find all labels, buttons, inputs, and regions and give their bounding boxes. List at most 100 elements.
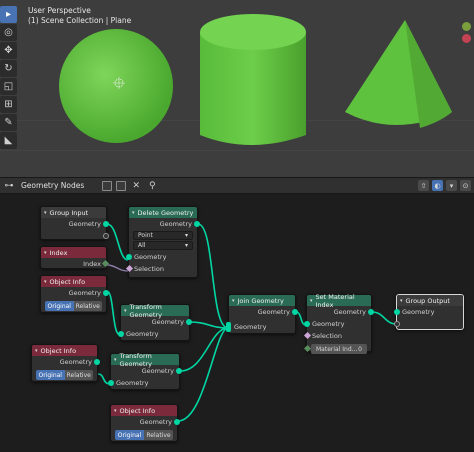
object-info-node[interactable]: ▾ Object Info Geometry Original Relative bbox=[110, 404, 180, 442]
overlay-dropdown-icon[interactable]: ▾ bbox=[446, 180, 457, 191]
domain-dropdown[interactable]: Point ▾ bbox=[133, 231, 193, 240]
transform-geometry-node[interactable]: ▾ Transform Geometry Geometry Geometry bbox=[108, 352, 182, 390]
output-socket-row: Geometry bbox=[111, 416, 180, 428]
scene-objects[interactable] bbox=[0, 0, 474, 177]
relative-option[interactable]: Relative bbox=[144, 430, 173, 440]
node-header[interactable]: ▾ Group Input bbox=[41, 207, 106, 218]
boolean-socket[interactable] bbox=[303, 331, 312, 340]
node-header[interactable]: ▾ Object Info bbox=[41, 276, 106, 287]
cylinder-object[interactable] bbox=[200, 14, 306, 145]
geometry-socket[interactable] bbox=[304, 321, 310, 327]
fake-user-icon[interactable] bbox=[102, 180, 113, 191]
multi-input-geometry-socket[interactable] bbox=[226, 322, 231, 332]
object-info-node[interactable]: ▾ Object Info Geometry Original Relative bbox=[40, 275, 109, 313]
socket-label: Index bbox=[83, 260, 101, 268]
empty-socket[interactable] bbox=[394, 321, 400, 327]
output-socket-row: Geometry bbox=[121, 316, 192, 328]
scale-icon[interactable]: ◱ bbox=[0, 78, 17, 95]
collapse-chevron-icon[interactable]: ▾ bbox=[232, 298, 235, 304]
geometry-socket[interactable] bbox=[176, 368, 182, 374]
original-option[interactable]: Original bbox=[115, 430, 144, 440]
cursor-icon[interactable]: ◎ bbox=[0, 24, 17, 41]
pin-icon[interactable]: ⚲ bbox=[146, 180, 158, 192]
group-input-node[interactable]: ▾ Group Input Geometry bbox=[40, 206, 109, 240]
geometry-socket[interactable] bbox=[368, 309, 374, 315]
original-option[interactable]: Original bbox=[36, 370, 65, 380]
relative-option[interactable]: Relative bbox=[64, 370, 93, 380]
transform-icon[interactable]: ⊞ bbox=[0, 96, 17, 113]
sphere-object[interactable] bbox=[59, 29, 173, 143]
node-editor-icon[interactable]: ⊶ bbox=[3, 180, 15, 192]
transform-geometry-node[interactable]: ▾ Transform Geometry Geometry Geometry bbox=[118, 303, 192, 341]
node-header[interactable]: ▾ Delete Geometry bbox=[129, 207, 197, 218]
overlay-icon[interactable]: ◐ bbox=[432, 180, 443, 191]
node-header[interactable]: ▾ Set Material Index bbox=[307, 293, 371, 309]
duplicate-icon[interactable] bbox=[116, 180, 127, 191]
output-socket-row: Geometry bbox=[32, 356, 100, 368]
navigation-gizmo[interactable] bbox=[462, 22, 471, 43]
parent-node-tree-icon[interactable]: ⇧ bbox=[418, 180, 429, 191]
collapse-chevron-icon[interactable]: ▾ bbox=[114, 357, 117, 363]
geometry-socket[interactable] bbox=[94, 359, 100, 365]
integer-socket[interactable] bbox=[101, 259, 110, 268]
collapse-chevron-icon[interactable]: ▾ bbox=[44, 250, 47, 256]
viewport-toolbar: ▸ ◎ ✥ ↻ ◱ ⊞ ✎ ◣ bbox=[0, 6, 18, 149]
move-icon[interactable]: ✥ bbox=[0, 42, 17, 59]
cone-object[interactable] bbox=[345, 20, 452, 128]
geometry-socket[interactable] bbox=[108, 380, 114, 386]
gizmo-y-axis-icon[interactable] bbox=[462, 22, 471, 31]
collapse-chevron-icon[interactable]: ▾ bbox=[114, 408, 117, 414]
geometry-socket[interactable] bbox=[126, 254, 132, 260]
relative-option[interactable]: Relative bbox=[73, 301, 102, 311]
node-header[interactable]: ▾ Object Info bbox=[111, 405, 177, 416]
collapse-chevron-icon[interactable]: ▾ bbox=[400, 298, 403, 304]
geometry-socket[interactable] bbox=[174, 419, 180, 425]
collapse-chevron-icon[interactable]: ▾ bbox=[132, 210, 135, 216]
geometry-socket[interactable] bbox=[103, 221, 109, 227]
node-header[interactable]: ▾ Transform Geometry bbox=[111, 352, 179, 368]
collapse-chevron-icon[interactable]: ▾ bbox=[44, 210, 47, 216]
gizmo-x-axis-icon[interactable] bbox=[462, 34, 471, 43]
3d-viewport[interactable]: User Perspective (1) Scene Collection | … bbox=[0, 0, 474, 177]
geometry-socket[interactable] bbox=[394, 309, 400, 315]
rotate-icon[interactable]: ↻ bbox=[0, 60, 17, 77]
geometry-socket[interactable] bbox=[103, 290, 109, 296]
node-header[interactable]: ▾ Transform Geometry bbox=[121, 303, 189, 319]
close-icon[interactable]: ✕ bbox=[130, 180, 142, 192]
empty-socket[interactable] bbox=[103, 233, 109, 239]
geometry-socket[interactable] bbox=[292, 309, 298, 315]
measure-icon[interactable]: ◣ bbox=[0, 132, 17, 149]
geometry-socket[interactable] bbox=[118, 331, 124, 337]
geometry-socket[interactable] bbox=[194, 221, 200, 227]
socket-label: Selection bbox=[134, 265, 164, 273]
set-material-index-node[interactable]: ▾ Set Material Index Geometry Geometry Se… bbox=[303, 293, 374, 354]
snap-icon[interactable]: ⊙ bbox=[460, 180, 471, 191]
index-node[interactable]: ▾ Index Index bbox=[40, 246, 110, 269]
material-index-field[interactable]: Material Ind... 0 bbox=[303, 344, 367, 354]
node-header[interactable]: ▾ Group Output bbox=[397, 295, 463, 306]
select-box-icon[interactable]: ▸ bbox=[0, 6, 17, 23]
object-info-node[interactable]: ▾ Object Info Geometry Original Relative bbox=[31, 344, 100, 382]
collapse-chevron-icon[interactable]: ▾ bbox=[44, 279, 47, 285]
integer-socket[interactable] bbox=[303, 344, 312, 353]
geometry-socket[interactable] bbox=[186, 319, 192, 325]
annotate-icon[interactable]: ✎ bbox=[0, 114, 17, 131]
boolean-socket[interactable] bbox=[125, 264, 134, 273]
original-option[interactable]: Original bbox=[45, 301, 74, 311]
transform-space-toggle: Original Relative bbox=[45, 301, 102, 311]
collapse-chevron-icon[interactable]: ▾ bbox=[124, 308, 127, 314]
node-header[interactable]: ▾ Object Info bbox=[32, 345, 97, 356]
node-editor-canvas[interactable]: ▾ Group Input Geometry ▾ Index Index ▾ Obje… bbox=[0, 195, 474, 452]
delete-geometry-node[interactable]: ▾ Delete Geometry Geometry Point ▾ All ▾ Ge… bbox=[125, 206, 200, 278]
node-header[interactable]: ▾ Index bbox=[41, 247, 106, 258]
socket-label: Geometry bbox=[134, 253, 167, 261]
node-tree-name[interactable]: Geometry Nodes bbox=[21, 181, 84, 190]
join-geometry-node[interactable]: ▾ Join Geometry Geometry Geometry bbox=[226, 294, 298, 334]
collapse-chevron-icon[interactable]: ▾ bbox=[310, 298, 313, 304]
node-header[interactable]: ▾ Join Geometry bbox=[229, 295, 295, 306]
socket-label: Geometry bbox=[159, 220, 192, 228]
output-socket-row: Geometry bbox=[229, 306, 298, 318]
mode-dropdown[interactable]: All ▾ bbox=[133, 241, 193, 250]
group-output-node[interactable]: ▾ Group Output Geometry bbox=[394, 294, 464, 330]
collapse-chevron-icon[interactable]: ▾ bbox=[35, 348, 38, 354]
